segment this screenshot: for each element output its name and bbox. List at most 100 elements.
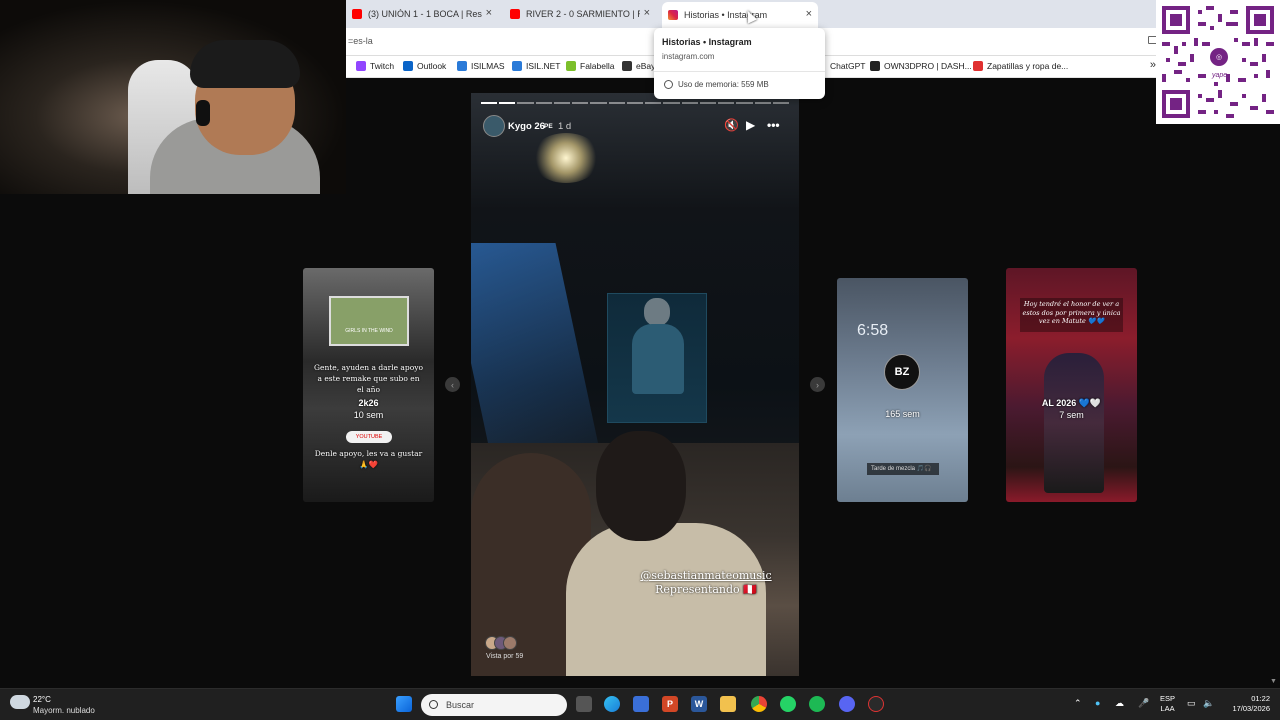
youtube-icon — [352, 9, 362, 19]
close-icon[interactable]: × — [806, 8, 812, 20]
bookmark-own3dpro[interactable]: OWN3DPRO | DASH... — [870, 61, 972, 71]
more-options-icon[interactable]: ••• — [767, 118, 780, 132]
progress-segment — [754, 102, 771, 104]
spotify-icon[interactable] — [809, 696, 825, 712]
progress-segment — [608, 102, 625, 104]
weather-description[interactable]: Mayorm. nublado — [33, 706, 95, 715]
progress-segment — [681, 102, 698, 104]
discord-icon[interactable] — [839, 696, 855, 712]
thumbnail-avatar: BZ — [884, 354, 920, 390]
bookmark-label: OWN3DPRO | DASH... — [884, 61, 972, 71]
story-thumbnail-right-1[interactable]: 6:58 BZ 165 sem Tarde de mezcla 🎵🎧 — [837, 278, 968, 502]
tab-instagram[interactable]: Historias • Instagram × — [662, 2, 818, 28]
tab-river-sarmiento[interactable]: RIVER 2 - 0 SARMIENTO | Resumen × — [504, 4, 656, 24]
store-icon — [973, 61, 983, 71]
hover-card-title: Historias • Instagram — [662, 37, 752, 47]
microphone-icon[interactable]: 🎤 — [1138, 698, 1149, 709]
obs-icon[interactable] — [868, 696, 884, 712]
word-icon[interactable]: W — [691, 696, 707, 712]
story-badge: PE — [544, 123, 553, 130]
bookmark-falabella[interactable]: Falabella — [566, 61, 615, 71]
story-thumbnail-right-2[interactable]: Hoy tendré el honor de ver a estos dos p… — [1006, 268, 1137, 502]
whatsapp-icon[interactable] — [780, 696, 796, 712]
view-count[interactable]: Vista por 59 — [486, 653, 523, 660]
tab-title: RIVER 2 - 0 SARMIENTO | Resumen — [526, 9, 640, 19]
thumbnail-time: 6:58 — [857, 322, 889, 339]
bookmark-label: ChatGPT — [830, 61, 866, 71]
thumbnail-bottom-text: Denle apoyo, les va a gustar 🙏❤️ — [314, 449, 423, 469]
thumbnail-card-image: GIRLS IN THE WIND — [329, 296, 409, 346]
bookmark-outlook[interactable]: Outlook — [403, 61, 446, 71]
stage-light — [531, 133, 601, 183]
progress-segment — [590, 102, 607, 104]
story-thumbnail-left[interactable]: GIRLS IN THE WIND Gente, ayuden a darle … — [303, 268, 434, 502]
chrome-icon[interactable] — [751, 696, 767, 712]
bookmark-label: Falabella — [580, 61, 615, 71]
yape-logo-icon: ◎ — [1208, 46, 1230, 68]
system-clock[interactable]: 01:22 17/03/2026 — [1226, 694, 1270, 714]
audience-head — [596, 431, 686, 541]
file-explorer-icon[interactable] — [720, 696, 736, 712]
tray-app-icon[interactable]: ● — [1095, 698, 1100, 708]
network-icon[interactable]: ▭ — [1187, 698, 1196, 709]
isil-icon — [457, 61, 467, 71]
thumbnail-sub: 10 sem — [353, 410, 384, 420]
edge-icon[interactable] — [604, 696, 620, 712]
play-icon[interactable]: ▶ — [746, 118, 755, 132]
taskbar-search[interactable]: Buscar — [421, 694, 567, 716]
scroll-down-icon[interactable]: ▼ — [1270, 678, 1277, 685]
progress-segment — [718, 102, 735, 104]
windows-start-icon[interactable] — [396, 696, 412, 712]
bookmark-twitch[interactable]: Twitch — [356, 61, 394, 71]
weather-temperature[interactable]: 22°C — [33, 695, 51, 704]
onedrive-icon[interactable]: ☁ — [1115, 698, 1124, 709]
bookmark-label: eBay — [636, 61, 656, 71]
dj-figure — [626, 298, 686, 418]
bookmark-ebay[interactable]: eBay — [622, 61, 655, 71]
hover-card-memory: Uso de memoria: 559 MB — [678, 80, 769, 89]
progress-segment — [645, 102, 662, 104]
qr-code: ◎ yape — [1156, 0, 1280, 124]
story-avatar[interactable] — [483, 115, 505, 137]
webcam-overlay — [0, 0, 346, 194]
bookmark-chatgpt[interactable]: ChatGPT — [830, 61, 865, 71]
bookmark-label: ISILMAS — [471, 61, 505, 71]
volume-icon[interactable]: 🔈 — [1203, 698, 1214, 709]
bookmark-isilnet[interactable]: ISIL.NET — [512, 61, 560, 71]
powerpoint-icon[interactable]: P — [662, 696, 678, 712]
bookmark-label: Twitch — [370, 61, 395, 71]
story-username[interactable]: Kygo 26 — [508, 121, 545, 132]
chevron-up-icon[interactable]: ⌃ — [1074, 698, 1082, 709]
url-text[interactable]: =es-la — [348, 36, 373, 46]
headset-icon — [196, 100, 210, 126]
bookmark-zapatillas[interactable]: Zapatillas y ropa de... — [973, 61, 1068, 71]
progress-segment — [736, 102, 753, 104]
cloud-icon[interactable] — [10, 695, 30, 709]
falabella-icon — [566, 61, 576, 71]
tab-title: (3) UNIÓN 1 - 1 BOCA | Resumen — [368, 9, 482, 19]
next-story-button[interactable]: › — [810, 377, 825, 392]
story-viewer[interactable]: Kygo 26 PE 1 d 🔇 ▶ ••• @sebastianmateomu… — [471, 93, 799, 676]
progress-segment — [499, 102, 516, 104]
viewer-avatar — [503, 636, 517, 650]
close-icon[interactable]: × — [486, 7, 492, 19]
store-icon[interactable] — [633, 696, 649, 712]
previous-story-button[interactable]: ‹ — [445, 377, 460, 392]
story-progress-bar — [481, 102, 789, 104]
divider — [654, 71, 825, 72]
close-icon[interactable]: × — [644, 7, 650, 19]
tab-strip: (3) UNIÓN 1 - 1 BOCA | Resumen × RIVER 2… — [346, 0, 1280, 28]
bookmark-label: ISIL.NET — [526, 61, 561, 71]
thumbnail-tag: Tarde de mezcla 🎵🎧 — [867, 463, 939, 475]
progress-segment — [517, 102, 534, 104]
mute-icon[interactable]: 🔇 — [724, 118, 739, 132]
audience-person — [566, 523, 766, 676]
bookmark-isilmas[interactable]: ISILMAS — [457, 61, 505, 71]
thumbnail-label: AL 2026 💙🤍 — [1041, 398, 1102, 408]
outlook-icon — [403, 61, 413, 71]
story-mention[interactable]: @sebastianmateomusic — [621, 569, 791, 583]
progress-segment — [481, 102, 498, 104]
language-indicator[interactable]: ESP LAA — [1160, 694, 1175, 714]
task-view-icon[interactable] — [576, 696, 592, 712]
tab-union-boca[interactable]: (3) UNIÓN 1 - 1 BOCA | Resumen × — [346, 4, 498, 24]
